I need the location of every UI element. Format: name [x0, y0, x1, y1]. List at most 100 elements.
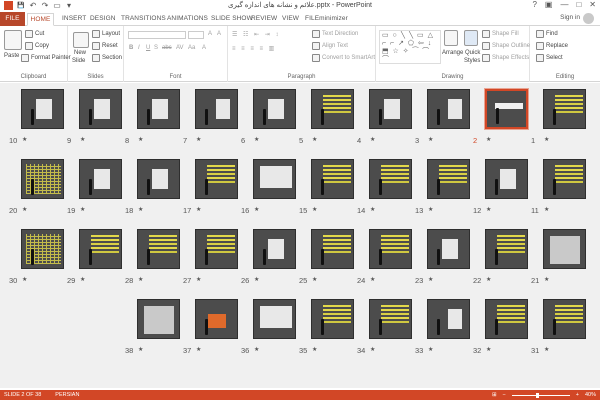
transition-star-icon[interactable]: ★	[196, 136, 201, 143]
transition-star-icon[interactable]: ★	[370, 276, 375, 283]
select-button[interactable]: Select	[536, 54, 563, 62]
transition-star-icon[interactable]: ★	[312, 206, 317, 213]
transition-star-icon[interactable]: ★	[544, 136, 549, 143]
transition-star-icon[interactable]: ★	[486, 346, 491, 353]
slide-thumbnail-18[interactable]	[137, 159, 180, 199]
transition-star-icon[interactable]: ★	[22, 276, 27, 283]
shapes-gallery[interactable]: ▭ ○ ╲ ╲ ▭ △ ⌐ ⌐ ↗ ⬠ ⇦ ↓ ⬒ ☆ ✧ ⁀ ⌒ ⌒	[379, 30, 441, 64]
slide-thumbnail-37[interactable]	[195, 299, 238, 339]
transition-star-icon[interactable]: ★	[138, 136, 143, 143]
slide-thumbnail-30[interactable]	[21, 229, 64, 269]
tab-fileminimizer[interactable]: FILEminimizer	[305, 13, 348, 26]
arrange-button[interactable]: Arrange	[442, 50, 463, 56]
transition-star-icon[interactable]: ★	[196, 276, 201, 283]
reset-button[interactable]: Reset	[92, 42, 118, 50]
slide-thumbnail-32[interactable]	[485, 299, 528, 339]
zoom-slider[interactable]	[511, 392, 570, 398]
italic-button[interactable]: I	[138, 45, 140, 51]
transition-star-icon[interactable]: ★	[428, 206, 433, 213]
transition-star-icon[interactable]: ★	[370, 346, 375, 353]
transition-star-icon[interactable]: ★	[80, 136, 85, 143]
layout-button[interactable]: Layout	[92, 30, 120, 38]
transition-star-icon[interactable]: ★	[370, 206, 375, 213]
slide-thumbnail-22[interactable]	[485, 229, 528, 269]
ribbon-display-icon[interactable]: ▣	[545, 0, 553, 9]
slide-thumbnail-24[interactable]	[369, 229, 412, 269]
slide-thumbnail-14[interactable]	[369, 159, 412, 199]
slide-thumbnail-21[interactable]	[543, 229, 586, 269]
slide-thumbnail-23[interactable]	[427, 229, 470, 269]
char-spacing-button[interactable]: AV	[176, 45, 184, 51]
slide-thumbnail-20[interactable]	[21, 159, 64, 199]
sign-in-link[interactable]: Sign in	[560, 14, 580, 21]
paste-button[interactable]: Paste	[4, 53, 19, 59]
tab-slide-show[interactable]: SLIDE SHOW	[211, 13, 253, 26]
slide-thumbnail-33[interactable]	[427, 299, 470, 339]
tab-review[interactable]: REVIEW	[251, 13, 277, 26]
slide-thumbnail-34[interactable]	[369, 299, 412, 339]
transition-star-icon[interactable]: ★	[138, 346, 143, 353]
shape-fill-button[interactable]: Shape Fill	[482, 30, 519, 38]
slide-thumbnail-4[interactable]	[369, 89, 412, 129]
zoom-level[interactable]: 40%	[585, 390, 596, 400]
slide-thumbnail-17[interactable]	[195, 159, 238, 199]
transition-star-icon[interactable]: ★	[196, 346, 201, 353]
fit-slide-icon[interactable]: ⊞	[492, 390, 497, 400]
tab-animations[interactable]: ANIMATIONS	[167, 13, 208, 26]
language-indicator[interactable]: PERSIAN	[55, 390, 79, 400]
transition-star-icon[interactable]: ★	[544, 206, 549, 213]
tab-design[interactable]: DESIGN	[90, 13, 116, 26]
slide-thumbnail-31[interactable]	[543, 299, 586, 339]
align-buttons[interactable]: ≡ ≡ ≡ ≡ ▥	[232, 45, 276, 52]
convert-smartart-button[interactable]: Convert to SmartArt	[312, 54, 375, 62]
section-button[interactable]: Section	[92, 54, 122, 62]
transition-star-icon[interactable]: ★	[254, 136, 259, 143]
transition-star-icon[interactable]: ★	[22, 136, 27, 143]
minimize-button[interactable]: —	[560, 0, 568, 9]
tab-home[interactable]: HOME	[27, 13, 54, 26]
maximize-button[interactable]: □	[576, 0, 581, 9]
transition-star-icon[interactable]: ★	[486, 136, 491, 143]
transition-star-icon[interactable]: ★	[138, 206, 143, 213]
bold-button[interactable]: B	[129, 45, 133, 51]
font-family-combo[interactable]	[128, 31, 186, 39]
transition-star-icon[interactable]: ★	[428, 346, 433, 353]
shadow-button[interactable]: S	[154, 45, 158, 51]
font-color-button[interactable]: A	[202, 45, 206, 51]
slide-thumbnail-26[interactable]	[253, 229, 296, 269]
find-button[interactable]: Find	[536, 30, 558, 38]
slide-thumbnail-16[interactable]	[253, 159, 296, 199]
slide-thumbnail-36[interactable]	[253, 299, 296, 339]
transition-star-icon[interactable]: ★	[312, 346, 317, 353]
text-direction-button[interactable]: Text Direction	[312, 30, 358, 38]
slide-thumbnail-12[interactable]	[485, 159, 528, 199]
transition-star-icon[interactable]: ★	[428, 136, 433, 143]
cut-button[interactable]: Cut	[25, 30, 44, 38]
zoom-in-button[interactable]: +	[576, 390, 579, 400]
copy-button[interactable]: Copy	[25, 42, 49, 50]
slide-thumbnail-5[interactable]	[311, 89, 354, 129]
format-painter-button[interactable]: Format Painter	[21, 54, 71, 62]
slide-thumbnail-7[interactable]	[195, 89, 238, 129]
transition-star-icon[interactable]: ★	[428, 276, 433, 283]
slide-thumbnail-3[interactable]	[427, 89, 470, 129]
slide-thumbnail-11[interactable]	[543, 159, 586, 199]
zoom-out-button[interactable]: −	[503, 390, 506, 400]
quick-styles-button[interactable]: Quick	[465, 50, 480, 56]
change-case-button[interactable]: Aa	[188, 45, 195, 51]
slide-thumbnail-25[interactable]	[311, 229, 354, 269]
shape-outline-button[interactable]: Shape Outline	[482, 42, 530, 50]
transition-star-icon[interactable]: ★	[80, 276, 85, 283]
transition-star-icon[interactable]: ★	[254, 346, 259, 353]
transition-star-icon[interactable]: ★	[22, 206, 27, 213]
transition-star-icon[interactable]: ★	[254, 276, 259, 283]
transition-star-icon[interactable]: ★	[312, 276, 317, 283]
slide-thumbnail-35[interactable]	[311, 299, 354, 339]
slide-thumbnail-9[interactable]	[79, 89, 122, 129]
slide-thumbnail-10[interactable]	[21, 89, 64, 129]
transition-star-icon[interactable]: ★	[486, 276, 491, 283]
new-slide-button-label2[interactable]: Slide	[72, 58, 85, 64]
transition-star-icon[interactable]: ★	[312, 136, 317, 143]
slide-thumbnail-2[interactable]	[484, 88, 529, 130]
grow-font-button[interactable]: A	[208, 31, 212, 37]
